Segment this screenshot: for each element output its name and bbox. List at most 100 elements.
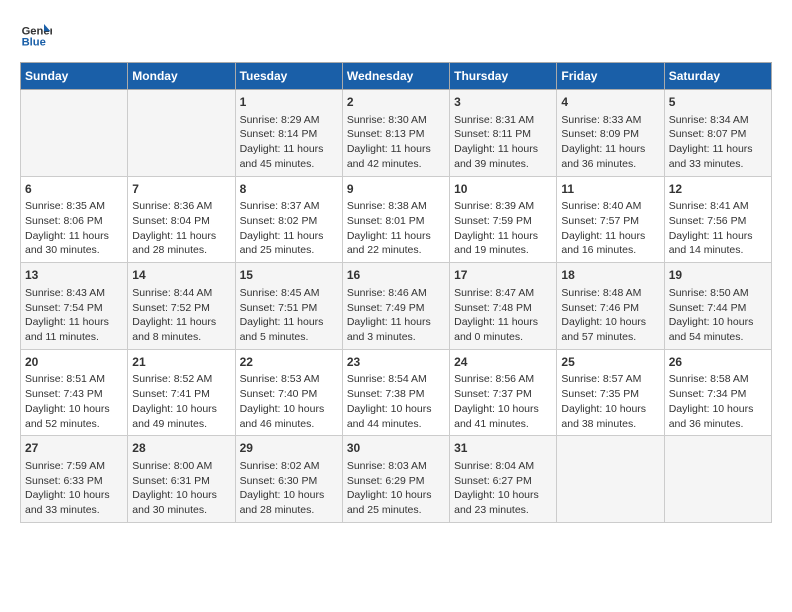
calendar-cell: [21, 90, 128, 177]
calendar-cell: 18 Sunrise: 8:48 AMSunset: 7:46 PMDayligh…: [557, 263, 664, 350]
day-info: Sunrise: 8:52 AMSunset: 7:41 PMDaylight:…: [132, 372, 230, 431]
day-number: 30: [347, 440, 445, 457]
calendar-cell: 6Sunrise: 8:35 AMSunset: 8:06 PMDaylight…: [21, 176, 128, 263]
calendar-cell: 14 Sunrise: 8:44 AMSunset: 7:52 PMDayligh…: [128, 263, 235, 350]
day-info: Sunrise: 8:51 AMSunset: 7:43 PMDaylight:…: [25, 372, 123, 431]
day-number: 22: [240, 354, 338, 371]
day-info: Sunrise: 8:37 AMSunset: 8:02 PMDaylight:…: [240, 199, 338, 258]
day-info: Sunrise: 8:31 AMSunset: 8:11 PMDaylight:…: [454, 113, 552, 172]
day-info: Sunrise: 8:33 AMSunset: 8:09 PMDaylight:…: [561, 113, 659, 172]
day-info: Sunrise: 8:56 AMSunset: 7:37 PMDaylight:…: [454, 372, 552, 431]
calendar-cell: 4Sunrise: 8:33 AMSunset: 8:09 PMDaylight…: [557, 90, 664, 177]
day-number: 23: [347, 354, 445, 371]
day-info: Sunrise: 8:35 AMSunset: 8:06 PMDaylight:…: [25, 199, 123, 258]
day-number: 13: [25, 267, 123, 284]
calendar-cell: 31 Sunrise: 8:04 AMSunset: 6:27 PMDayligh…: [450, 436, 557, 523]
day-info: Sunrise: 8:36 AMSunset: 8:04 PMDaylight:…: [132, 199, 230, 258]
day-number: 6: [25, 181, 123, 198]
day-info: Sunrise: 8:03 AMSunset: 6:29 PMDaylight:…: [347, 459, 445, 518]
calendar-week-5: 27 Sunrise: 7:59 AMSunset: 6:33 PMDayligh…: [21, 436, 772, 523]
calendar-cell: 16Sunrise: 8:46 AMSunset: 7:49 PMDayligh…: [342, 263, 449, 350]
calendar-cell: 21Sunrise: 8:52 AMSunset: 7:41 PMDayligh…: [128, 349, 235, 436]
calendar-cell: 5 Sunrise: 8:34 AMSunset: 8:07 PMDaylight…: [664, 90, 771, 177]
day-info: Sunrise: 8:38 AMSunset: 8:01 PMDaylight:…: [347, 199, 445, 258]
calendar-cell: 7Sunrise: 8:36 AMSunset: 8:04 PMDaylight…: [128, 176, 235, 263]
calendar-cell: 19 Sunrise: 8:50 AMSunset: 7:44 PMDayligh…: [664, 263, 771, 350]
calendar-cell: 30 Sunrise: 8:03 AMSunset: 6:29 PMDayligh…: [342, 436, 449, 523]
day-number: 2: [347, 94, 445, 111]
calendar-cell: 29Sunrise: 8:02 AMSunset: 6:30 PMDayligh…: [235, 436, 342, 523]
day-number: 10: [454, 181, 552, 198]
calendar-week-1: 1Sunrise: 8:29 AMSunset: 8:14 PMDaylight…: [21, 90, 772, 177]
day-number: 25: [561, 354, 659, 371]
day-info: Sunrise: 8:57 AMSunset: 7:35 PMDaylight:…: [561, 372, 659, 431]
calendar-cell: 9Sunrise: 8:38 AMSunset: 8:01 PMDaylight…: [342, 176, 449, 263]
day-number: 5: [669, 94, 767, 111]
calendar-cell: [557, 436, 664, 523]
logo: General Blue: [20, 20, 60, 52]
svg-text:General: General: [22, 25, 52, 37]
day-info: Sunrise: 8:50 AMSunset: 7:44 PMDaylight:…: [669, 286, 767, 345]
day-info: Sunrise: 8:44 AMSunset: 7:52 PMDaylight:…: [132, 286, 230, 345]
day-number: 9: [347, 181, 445, 198]
svg-text:Blue: Blue: [22, 37, 46, 49]
day-info: Sunrise: 8:58 AMSunset: 7:34 PMDaylight:…: [669, 372, 767, 431]
day-number: 27: [25, 440, 123, 457]
weekday-header-sunday: Sunday: [21, 63, 128, 90]
weekday-header-wednesday: Wednesday: [342, 63, 449, 90]
calendar-cell: 25Sunrise: 8:57 AMSunset: 7:35 PMDayligh…: [557, 349, 664, 436]
calendar-week-4: 20Sunrise: 8:51 AMSunset: 7:43 PMDayligh…: [21, 349, 772, 436]
calendar-cell: 28 Sunrise: 8:00 AMSunset: 6:31 PMDayligh…: [128, 436, 235, 523]
day-number: 19: [669, 267, 767, 284]
day-number: 21: [132, 354, 230, 371]
day-number: 15: [240, 267, 338, 284]
day-number: 18: [561, 267, 659, 284]
calendar-cell: 12Sunrise: 8:41 AMSunset: 7:56 PMDayligh…: [664, 176, 771, 263]
day-info: Sunrise: 7:59 AMSunset: 6:33 PMDaylight:…: [25, 459, 123, 518]
day-info: Sunrise: 8:41 AMSunset: 7:56 PMDaylight:…: [669, 199, 767, 258]
calendar-cell: 15 Sunrise: 8:45 AMSunset: 7:51 PMDayligh…: [235, 263, 342, 350]
day-info: Sunrise: 8:45 AMSunset: 7:51 PMDaylight:…: [240, 286, 338, 345]
calendar-table: SundayMondayTuesdayWednesdayThursdayFrid…: [20, 62, 772, 523]
calendar-cell: 26Sunrise: 8:58 AMSunset: 7:34 PMDayligh…: [664, 349, 771, 436]
day-info: Sunrise: 8:34 AMSunset: 8:07 PMDaylight:…: [669, 113, 767, 172]
day-number: 3: [454, 94, 552, 111]
calendar-cell: 8Sunrise: 8:37 AMSunset: 8:02 PMDaylight…: [235, 176, 342, 263]
day-number: 12: [669, 181, 767, 198]
day-info: Sunrise: 8:47 AMSunset: 7:48 PMDaylight:…: [454, 286, 552, 345]
calendar-cell: 27 Sunrise: 7:59 AMSunset: 6:33 PMDayligh…: [21, 436, 128, 523]
day-number: 31: [454, 440, 552, 457]
calendar-cell: 1Sunrise: 8:29 AMSunset: 8:14 PMDaylight…: [235, 90, 342, 177]
day-number: 16: [347, 267, 445, 284]
day-number: 8: [240, 181, 338, 198]
day-info: Sunrise: 8:53 AMSunset: 7:40 PMDaylight:…: [240, 372, 338, 431]
calendar-cell: 2 Sunrise: 8:30 AMSunset: 8:13 PMDaylight…: [342, 90, 449, 177]
weekday-header-thursday: Thursday: [450, 63, 557, 90]
day-info: Sunrise: 8:43 AMSunset: 7:54 PMDaylight:…: [25, 286, 123, 345]
day-number: 24: [454, 354, 552, 371]
day-number: 14: [132, 267, 230, 284]
day-number: 28: [132, 440, 230, 457]
weekday-header-friday: Friday: [557, 63, 664, 90]
calendar-cell: [664, 436, 771, 523]
page-header: General Blue: [20, 20, 772, 52]
day-number: 7: [132, 181, 230, 198]
day-info: Sunrise: 8:30 AMSunset: 8:13 PMDaylight:…: [347, 113, 445, 172]
calendar-cell: 23Sunrise: 8:54 AMSunset: 7:38 PMDayligh…: [342, 349, 449, 436]
calendar-cell: 17 Sunrise: 8:47 AMSunset: 7:48 PMDayligh…: [450, 263, 557, 350]
calendar-cell: 3 Sunrise: 8:31 AMSunset: 8:11 PMDaylight…: [450, 90, 557, 177]
calendar-cell: 24Sunrise: 8:56 AMSunset: 7:37 PMDayligh…: [450, 349, 557, 436]
day-info: Sunrise: 8:54 AMSunset: 7:38 PMDaylight:…: [347, 372, 445, 431]
day-info: Sunrise: 8:00 AMSunset: 6:31 PMDaylight:…: [132, 459, 230, 518]
day-info: Sunrise: 8:39 AMSunset: 7:59 PMDaylight:…: [454, 199, 552, 258]
day-number: 1: [240, 94, 338, 111]
day-info: Sunrise: 8:04 AMSunset: 6:27 PMDaylight:…: [454, 459, 552, 518]
weekday-header-tuesday: Tuesday: [235, 63, 342, 90]
day-number: 29: [240, 440, 338, 457]
day-number: 26: [669, 354, 767, 371]
calendar-cell: 20Sunrise: 8:51 AMSunset: 7:43 PMDayligh…: [21, 349, 128, 436]
calendar-cell: 11Sunrise: 8:40 AMSunset: 7:57 PMDayligh…: [557, 176, 664, 263]
day-info: Sunrise: 8:48 AMSunset: 7:46 PMDaylight:…: [561, 286, 659, 345]
day-number: 17: [454, 267, 552, 284]
weekday-header-monday: Monday: [128, 63, 235, 90]
